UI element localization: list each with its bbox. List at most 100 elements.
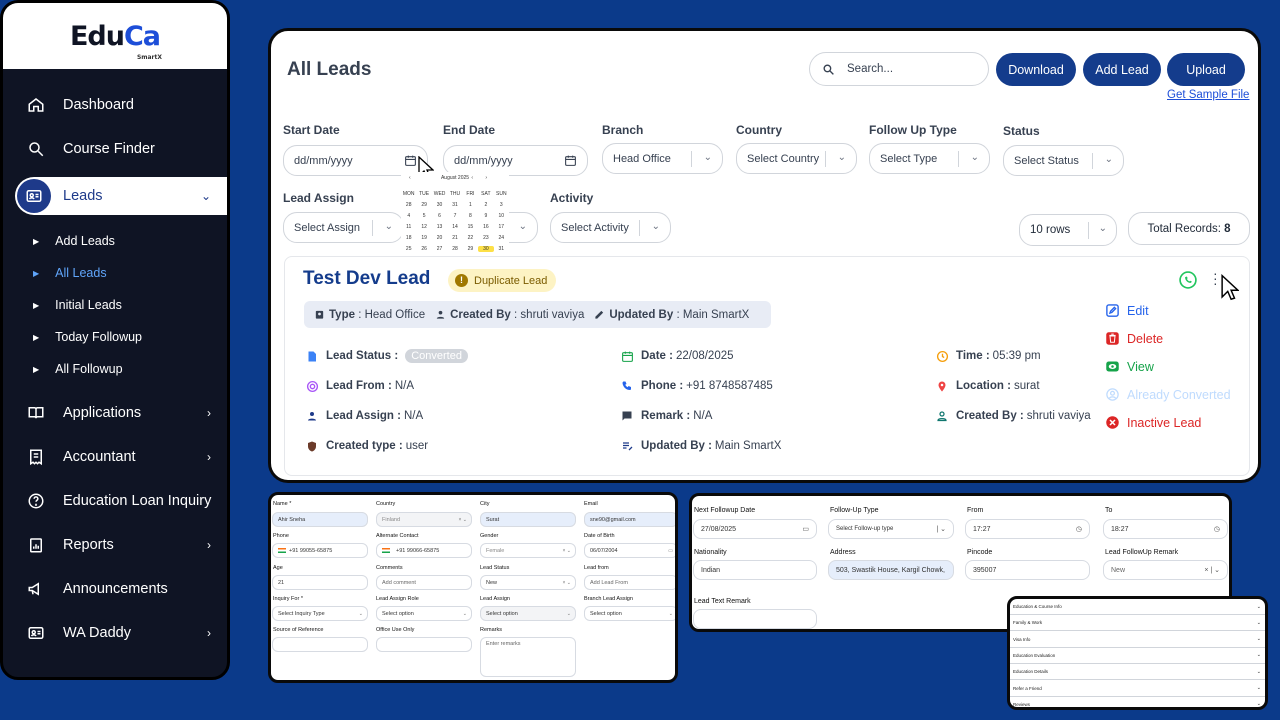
prev-arrow-icon[interactable]: ‹ — [471, 175, 473, 181]
logo[interactable]: EduCa SmartX — [70, 21, 162, 61]
whatsapp-icon[interactable] — [1178, 270, 1198, 290]
calendar-icon[interactable] — [404, 154, 417, 167]
age-input[interactable]: 21 — [272, 575, 368, 590]
submenu-today-followup[interactable]: ▶ Today Followup — [3, 321, 227, 353]
accordion-section[interactable]: Education & Course Info ⌄ — [1010, 599, 1265, 615]
sidebar-item-education-loan[interactable]: Education Loan Inquiry — [3, 479, 227, 523]
inquiry-for-select[interactable]: Select Inquiry Type ⌄ — [272, 606, 368, 621]
lead-assign-role-select[interactable]: Select option ⌄ — [376, 606, 472, 621]
sidebar-item-leads[interactable]: Leads ⌄ — [15, 177, 227, 215]
sidebar-item-reports[interactable]: Reports › — [3, 523, 227, 567]
calendar-date[interactable]: 10 — [494, 213, 509, 219]
followup-remark-select[interactable]: New × | ⌄ — [1103, 560, 1228, 580]
calendar-date[interactable]: 24 — [494, 235, 509, 241]
lead-from-input[interactable]: Add Lead From — [584, 575, 675, 590]
accordion-section[interactable]: Reviews ⌄ — [1010, 697, 1265, 707]
calendar-date[interactable]: 4 — [401, 213, 416, 219]
calendar-date[interactable]: 28 — [401, 202, 416, 208]
remarks-textarea[interactable]: Enter remarks — [480, 637, 576, 677]
country-select[interactable]: Finland × ⌄ — [376, 512, 472, 527]
rows-select[interactable]: 10 rows ⌄ — [1019, 214, 1117, 246]
calendar-date[interactable]: 31 — [494, 246, 509, 252]
follow-up-type-select[interactable]: Select Type ⌄ — [869, 143, 990, 174]
calendar-date[interactable]: 17 — [494, 224, 509, 230]
name-input[interactable]: Ahir Sneha — [272, 512, 368, 527]
calendar-date[interactable]: 29 — [416, 202, 431, 208]
delete-action[interactable]: Delete — [1105, 331, 1163, 346]
accordion-section[interactable]: Family & Work ⌄ — [1010, 615, 1265, 632]
next-month-icon[interactable]: › — [485, 175, 487, 181]
dob-input[interactable]: 06/07/2004 ▭ — [584, 543, 675, 558]
lead-assign-select[interactable]: Select Assign ⌄ — [283, 212, 404, 243]
sidebar-item-wa-daddy[interactable]: WA Daddy › — [3, 611, 227, 655]
comments-input[interactable]: Add comment — [376, 575, 472, 590]
calendar-date[interactable]: 31 — [447, 202, 462, 208]
calendar-date[interactable]: 18 — [401, 235, 416, 241]
download-button[interactable]: Download — [996, 53, 1076, 86]
calendar-date[interactable]: 25 — [401, 246, 416, 252]
sample-file-link[interactable]: Get Sample File — [1167, 89, 1249, 101]
lead-assign-select[interactable]: Select option ⌄ — [480, 606, 576, 621]
status-select[interactable]: Select Status ⌄ — [1003, 145, 1124, 176]
to-time-input[interactable]: 18:27 ◷ — [1103, 519, 1228, 539]
text-remark-input[interactable] — [693, 609, 817, 629]
sidebar-item-accountant[interactable]: Accountant › — [3, 435, 227, 479]
search-input[interactable]: Search... — [809, 52, 989, 86]
submenu-all-followup[interactable]: ▶ All Followup — [3, 353, 227, 385]
source-ref-input[interactable] — [272, 637, 368, 652]
branch-select[interactable]: Head Office ⌄ — [602, 143, 723, 174]
inactive-lead-action[interactable]: Inactive Lead — [1105, 415, 1201, 430]
calendar-date[interactable]: 23 — [478, 235, 493, 241]
followup-type-select[interactable]: Select Follow-up type | ⌄ — [828, 519, 954, 539]
calendar-date[interactable]: 1 — [463, 202, 478, 208]
accordion-section[interactable]: Visa Info ⌄ — [1010, 632, 1265, 648]
sidebar-item-applications[interactable]: Applications › — [3, 391, 227, 435]
alt-contact-input[interactable]: +91 99066-65875 — [376, 543, 472, 558]
calendar-date[interactable]: 26 — [416, 246, 431, 252]
calendar-date[interactable]: 3 — [494, 202, 509, 208]
next-followup-input[interactable]: 27/08/2025 ▭ — [693, 519, 817, 539]
accordion-section[interactable]: Education Evaluation ⌄ — [1010, 648, 1265, 664]
calendar-date[interactable]: 28 — [447, 246, 462, 252]
calendar-date[interactable]: 8 — [463, 213, 478, 219]
prev-month-icon[interactable]: ‹ — [409, 175, 411, 181]
branch-lead-assign-select[interactable]: Select option ⌄ — [584, 606, 675, 621]
city-input[interactable]: Surat — [480, 512, 576, 527]
calendar-date[interactable]: 5 — [416, 213, 431, 219]
already-converted-action[interactable]: Already Converted — [1105, 387, 1231, 402]
submenu-initial-leads[interactable]: ▶ Initial Leads — [3, 289, 227, 321]
pincode-input[interactable]: 395007 — [965, 560, 1090, 580]
submenu-add-leads[interactable]: ▶ Add Leads — [3, 225, 227, 257]
calendar-date[interactable]: 14 — [447, 224, 462, 230]
calendar-date[interactable]: 30 — [478, 246, 494, 252]
address-input[interactable]: 503, Swastik House, Kargil Chowk, — [828, 560, 954, 580]
gender-select[interactable]: Female × ⌄ — [480, 543, 576, 558]
accordion-section[interactable]: Education Details ⌄ — [1010, 664, 1265, 681]
lead-name[interactable]: Test Dev Lead — [303, 268, 430, 290]
calendar-date[interactable]: 12 — [416, 224, 431, 230]
calendar-date[interactable]: 30 — [432, 202, 447, 208]
accordion-section[interactable]: Refer a Friend ⌄ — [1010, 681, 1265, 697]
calendar-date[interactable]: 21 — [447, 235, 462, 241]
office-use-input[interactable] — [376, 637, 472, 652]
calendar-date[interactable]: 6 — [432, 213, 447, 219]
sidebar-item-course-finder[interactable]: Course Finder — [3, 127, 227, 171]
calendar-date[interactable]: 11 — [401, 224, 416, 230]
calendar-date[interactable]: 16 — [478, 224, 493, 230]
phone-input[interactable]: +91 99055-65875 — [272, 543, 368, 558]
calendar-date[interactable]: 20 — [432, 235, 447, 241]
calendar-date[interactable]: 29 — [463, 246, 478, 252]
sidebar-item-dashboard[interactable]: Dashboard — [3, 83, 227, 127]
calendar-date[interactable]: 9 — [478, 213, 493, 219]
upload-button[interactable]: Upload — [1167, 53, 1245, 86]
country-select[interactable]: Select Country ⌄ — [736, 143, 857, 174]
calendar-icon[interactable] — [564, 154, 577, 167]
sidebar-item-announcements[interactable]: Announcements — [3, 567, 227, 611]
lead-status-select[interactable]: New × ⌄ — [480, 575, 576, 590]
calendar-date[interactable]: 19 — [416, 235, 431, 241]
calendar-date[interactable]: 22 — [463, 235, 478, 241]
nationality-input[interactable]: Indian — [693, 560, 817, 580]
edit-action[interactable]: Edit — [1105, 303, 1149, 318]
calendar-date[interactable]: 15 — [463, 224, 478, 230]
calendar-date[interactable]: 2 — [478, 202, 493, 208]
